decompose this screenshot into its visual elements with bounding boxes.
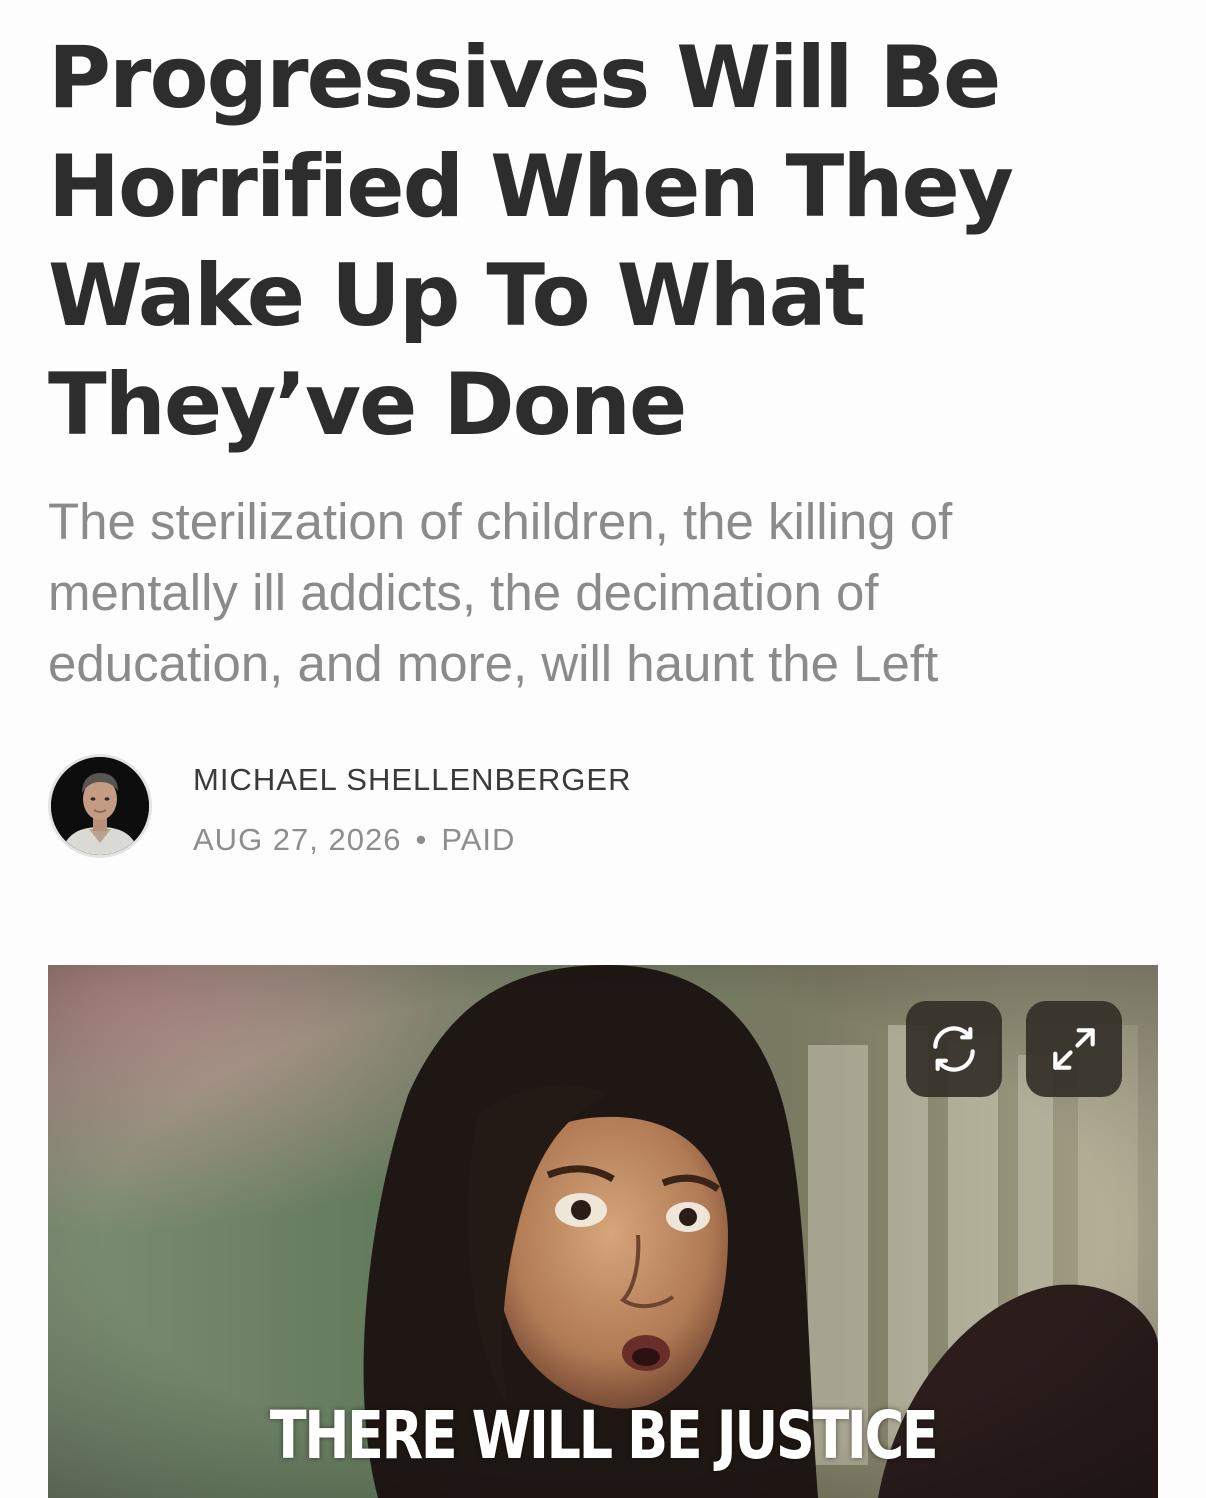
image-caption: THERE WILL BE JUSTICE [269,1397,939,1474]
author-photo [51,757,149,855]
refresh-button[interactable] [906,1001,1002,1097]
expand-button[interactable] [1026,1001,1122,1097]
post-date: AUG 27, 2026 [193,822,402,857]
post-meta: AUG 27, 2026 • PAID [193,822,515,858]
meta-separator: • [415,822,428,857]
expand-icon [1053,1028,1095,1070]
author-name[interactable]: MICHAEL SHELLENBERGER [193,762,631,798]
article-subtitle: The sterilization of children, the killi… [48,493,953,692]
author-avatar[interactable] [48,754,152,858]
refresh-icon [933,1026,975,1072]
access-badge: PAID [441,822,516,857]
article-title: Progressives Will Be Horrified When They… [48,28,1014,455]
byline: MICHAEL SHELLENBERGER AUG 27, 2026 • PAID [48,752,748,864]
hero-image[interactable]: THERE WILL BE JUSTICE [48,965,1158,1498]
